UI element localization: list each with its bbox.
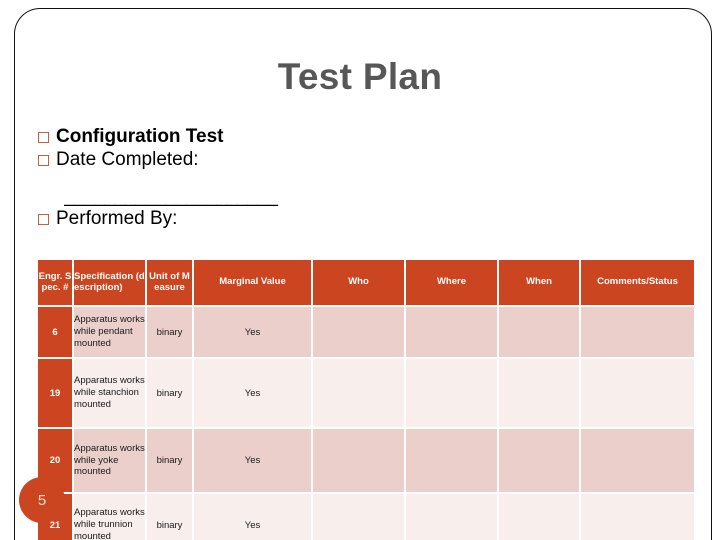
bullet-item-label: Configuration Test <box>56 126 224 147</box>
specification-table: Engr. Spec. # Specification (description… <box>36 258 696 540</box>
cell-engr-spec: 19 <box>38 359 72 427</box>
column-header-who[interactable]: Who <box>313 260 404 305</box>
table-row: 19 Apparatus works while stanchion mount… <box>38 359 694 427</box>
cell-who <box>313 359 404 427</box>
cell-comments <box>581 359 694 427</box>
cell-comments <box>581 494 694 540</box>
column-header-comments-status[interactable]: Comments/Status <box>581 260 694 305</box>
cell-unit-of-measure: binary <box>147 429 192 492</box>
cell-specification: Apparatus works while trunnion mounted <box>74 494 145 540</box>
cell-specification: Apparatus works while pendant mounted <box>74 307 145 357</box>
cell-specification: Apparatus works while stanchion mounted <box>74 359 145 427</box>
fill-in-blank-rule: _____________________ <box>64 186 278 207</box>
bullet-item-configuration-test: Configuration Test <box>38 126 678 148</box>
cell-unit-of-measure: binary <box>147 307 192 357</box>
bullet-list: Configuration Test Date Completed: <box>38 126 678 173</box>
cell-who <box>313 494 404 540</box>
square-bullet-icon <box>38 214 49 225</box>
cell-where <box>406 494 497 540</box>
column-header-marginal-value[interactable]: Marginal Value <box>194 260 311 305</box>
cell-marginal-value: Yes <box>194 307 311 357</box>
square-bullet-icon <box>38 132 49 143</box>
table-row: 21 Apparatus works while trunnion mounte… <box>38 494 694 540</box>
page-title: Test Plan <box>277 56 443 97</box>
cell-where <box>406 359 497 427</box>
cell-comments <box>581 307 694 357</box>
cell-unit-of-measure: binary <box>147 359 192 427</box>
cell-marginal-value: Yes <box>194 494 311 540</box>
cell-when <box>499 307 579 357</box>
slide-canvas: Test Plan Configuration Test Date Comple… <box>0 0 720 540</box>
table-row: 20 Apparatus works while yoke mounted bi… <box>38 429 694 492</box>
cell-comments <box>581 429 694 492</box>
cell-engr-spec: 6 <box>38 307 72 357</box>
column-header-unit-of-measure[interactable]: Unit of Measure <box>147 260 192 305</box>
bullet-item-label: Performed By: <box>56 208 178 229</box>
cell-when <box>499 429 579 492</box>
square-bullet-icon <box>38 155 49 167</box>
table-row: 6 Apparatus works while pendant mounted … <box>38 307 694 357</box>
column-header-where[interactable]: Where <box>406 260 497 305</box>
bullet-item-date-completed: Date Completed: <box>38 149 678 171</box>
cell-marginal-value: Yes <box>194 429 311 492</box>
column-header-when[interactable]: When <box>499 260 579 305</box>
cell-when <box>499 494 579 540</box>
table-header-row: Engr. Spec. # Specification (description… <box>38 260 694 305</box>
cell-where <box>406 307 497 357</box>
cell-specification: Apparatus works while yoke mounted <box>74 429 145 492</box>
cell-where <box>406 429 497 492</box>
cell-when <box>499 359 579 427</box>
cell-unit-of-measure: binary <box>147 494 192 540</box>
slide-number-badge: 5 <box>19 477 65 523</box>
column-header-specification[interactable]: Specification (description) <box>74 260 145 305</box>
cell-who <box>313 429 404 492</box>
bullet-item-performed-by: Performed By: <box>38 208 177 230</box>
cell-marginal-value: Yes <box>194 359 311 427</box>
cell-who <box>313 307 404 357</box>
bullet-item-label: Date Completed: <box>56 149 199 171</box>
column-header-engr-spec[interactable]: Engr. Spec. # <box>38 260 72 305</box>
